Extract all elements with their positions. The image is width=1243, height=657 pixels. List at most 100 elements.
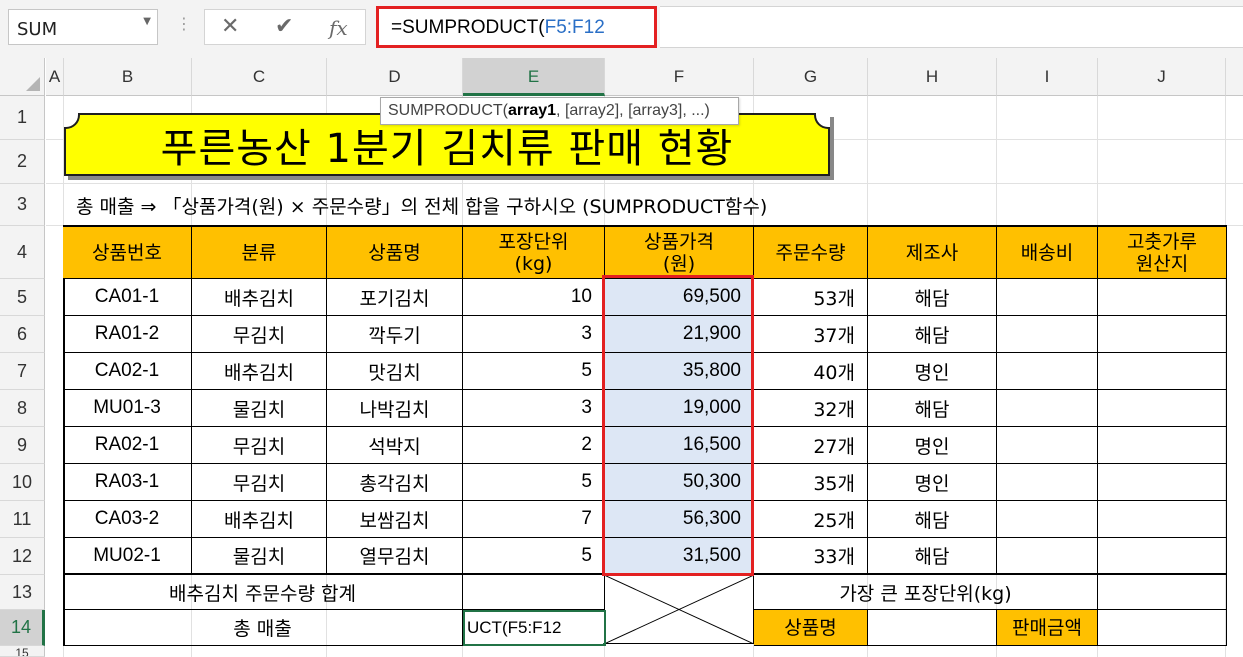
row-header-13[interactable]: 13: [0, 575, 45, 610]
sales-amount-label[interactable]: 판매금액: [997, 610, 1098, 646]
cell-maker-row-12[interactable]: 해담: [868, 538, 997, 575]
header-qty[interactable]: 주문수량: [754, 227, 868, 279]
row-header-15[interactable]: 15: [0, 646, 45, 657]
product-name-value-cell[interactable]: [868, 610, 997, 646]
total-sales-label[interactable]: 총 매출: [63, 610, 463, 646]
cell-category-row-8[interactable]: 물김치: [192, 390, 327, 427]
header-id[interactable]: 상품번호: [63, 227, 192, 279]
row-header-5[interactable]: 5: [0, 279, 45, 316]
cabbage-qty-value-cell[interactable]: [463, 575, 605, 610]
cell-shipping-row-7[interactable]: [997, 353, 1098, 390]
cell-shipping-row-5[interactable]: [997, 279, 1098, 316]
cell-origin-row-10[interactable]: [1098, 464, 1227, 501]
max-unit-label[interactable]: 가장 큰 포장단위(kg): [754, 575, 1098, 610]
cell-price-row-7[interactable]: 35,800: [605, 353, 754, 390]
cell-price-row-12[interactable]: 31,500: [605, 538, 754, 575]
cell-qty-row-5[interactable]: 53개: [754, 279, 868, 316]
row-header-9[interactable]: 9: [0, 427, 45, 464]
cell-name-row-5[interactable]: 포기김치: [327, 279, 463, 316]
cell-price-row-6[interactable]: 21,900: [605, 316, 754, 353]
insert-function-icon[interactable]: fx: [329, 16, 348, 40]
cell-origin-row-8[interactable]: [1098, 390, 1227, 427]
cell-id-row-5[interactable]: CA01-1: [63, 279, 192, 316]
name-box[interactable]: SUM ▼: [8, 9, 158, 45]
cabbage-qty-label[interactable]: 배추김치 주문수량 합계: [63, 575, 463, 610]
column-header-e[interactable]: E: [463, 58, 605, 96]
cell-unit-row-9[interactable]: 2: [463, 427, 605, 464]
cell-name-row-11[interactable]: 보쌈김치: [327, 501, 463, 538]
chevron-down-icon[interactable]: ▼: [143, 16, 151, 27]
cell-shipping-row-12[interactable]: [997, 538, 1098, 575]
row-header-3[interactable]: 3: [0, 184, 45, 226]
header-maker[interactable]: 제조사: [868, 227, 997, 279]
cell-category-row-10[interactable]: 무김치: [192, 464, 327, 501]
cell-unit-row-11[interactable]: 7: [463, 501, 605, 538]
fill-handle[interactable]: [602, 642, 604, 644]
cell-shipping-row-9[interactable]: [997, 427, 1098, 464]
product-name-label[interactable]: 상품명: [754, 610, 868, 646]
cell-name-row-10[interactable]: 총각김치: [327, 464, 463, 501]
cell-shipping-row-11[interactable]: [997, 501, 1098, 538]
column-header-f[interactable]: F: [605, 58, 754, 96]
cell-qty-row-10[interactable]: 35개: [754, 464, 868, 501]
row-header-7[interactable]: 7: [0, 353, 45, 390]
cell-category-row-9[interactable]: 무김치: [192, 427, 327, 464]
cell-name-row-6[interactable]: 깍두기: [327, 316, 463, 353]
cell-unit-row-12[interactable]: 5: [463, 538, 605, 575]
cell-qty-row-9[interactable]: 27개: [754, 427, 868, 464]
sales-amount-value-cell[interactable]: [1098, 610, 1227, 646]
column-header-b[interactable]: B: [64, 58, 192, 96]
cell-name-row-12[interactable]: 열무김치: [327, 538, 463, 575]
cell-maker-row-9[interactable]: 명인: [868, 427, 997, 464]
cell-name-row-7[interactable]: 맛김치: [327, 353, 463, 390]
column-header-j[interactable]: J: [1098, 58, 1226, 96]
cell-maker-row-5[interactable]: 해담: [868, 279, 997, 316]
cell-origin-row-7[interactable]: [1098, 353, 1227, 390]
cell-id-row-8[interactable]: MU01-3: [63, 390, 192, 427]
column-header-h[interactable]: H: [868, 58, 997, 96]
column-header-g[interactable]: G: [754, 58, 868, 96]
formula-input-extension[interactable]: [660, 6, 1243, 48]
cell-price-row-11[interactable]: 56,300: [605, 501, 754, 538]
cell-price-row-9[interactable]: 16,500: [605, 427, 754, 464]
cell-id-row-12[interactable]: MU02-1: [63, 538, 192, 575]
cell-maker-row-6[interactable]: 해담: [868, 316, 997, 353]
cell-category-row-6[interactable]: 무김치: [192, 316, 327, 353]
cell-id-row-6[interactable]: RA01-2: [63, 316, 192, 353]
column-header-a[interactable]: A: [46, 58, 64, 96]
cell-unit-row-7[interactable]: 5: [463, 353, 605, 390]
row-header-1[interactable]: 1: [0, 96, 45, 140]
select-all-button[interactable]: [0, 58, 45, 96]
cell-shipping-row-6[interactable]: [997, 316, 1098, 353]
formula-input[interactable]: =SUMPRODUCT(F5:F12: [376, 6, 657, 48]
cell-maker-row-11[interactable]: 해담: [868, 501, 997, 538]
cell-origin-row-12[interactable]: [1098, 538, 1227, 575]
cell-unit-row-10[interactable]: 5: [463, 464, 605, 501]
cell-qty-row-12[interactable]: 33개: [754, 538, 868, 575]
cell-id-row-10[interactable]: RA03-1: [63, 464, 192, 501]
cell-origin-row-11[interactable]: [1098, 501, 1227, 538]
header-category[interactable]: 분류: [192, 227, 327, 279]
cell-category-row-11[interactable]: 배추김치: [192, 501, 327, 538]
cell-origin-row-6[interactable]: [1098, 316, 1227, 353]
tooltip-current-arg[interactable]: array1: [508, 102, 556, 119]
cell-maker-row-7[interactable]: 명인: [868, 353, 997, 390]
header-name[interactable]: 상품명: [327, 227, 463, 279]
column-header-c[interactable]: C: [192, 58, 327, 96]
row-header-6[interactable]: 6: [0, 316, 45, 353]
cell-name-row-9[interactable]: 석박지: [327, 427, 463, 464]
header-shipping[interactable]: 배송비: [997, 227, 1098, 279]
column-header-i[interactable]: I: [997, 58, 1098, 96]
cell-unit-row-5[interactable]: 10: [463, 279, 605, 316]
cell-qty-row-11[interactable]: 25개: [754, 501, 868, 538]
header-origin[interactable]: 고춧가루 원산지: [1098, 227, 1227, 279]
cell-price-row-10[interactable]: 50,300: [605, 464, 754, 501]
cancel-icon[interactable]: ✕: [221, 14, 239, 39]
function-tooltip[interactable]: SUMPRODUCT(array1, [array2], [array3], .…: [380, 97, 739, 125]
cell-shipping-row-10[interactable]: [997, 464, 1098, 501]
cell-id-row-9[interactable]: RA02-1: [63, 427, 192, 464]
enter-icon[interactable]: ✔: [275, 14, 293, 39]
column-header-next[interactable]: [1226, 58, 1243, 96]
cell-origin-row-9[interactable]: [1098, 427, 1227, 464]
header-unit[interactable]: 포장단위 (kg): [463, 227, 605, 279]
